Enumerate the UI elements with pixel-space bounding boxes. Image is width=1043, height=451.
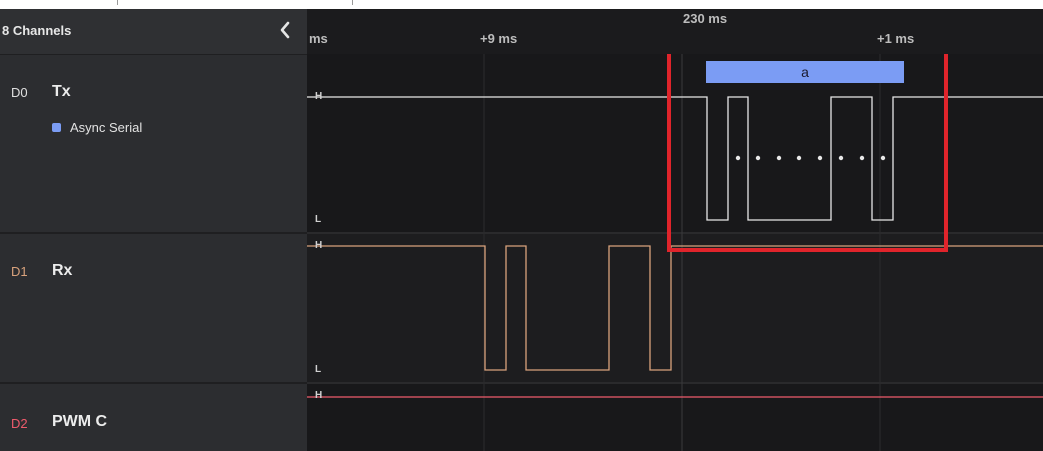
sidebar-header: 8 Channels [0, 9, 307, 55]
channels-title: 8 Channels [2, 23, 72, 38]
analyzer-label: Async Serial [70, 120, 143, 135]
time-label: +1 ms [877, 31, 915, 46]
channel-id: D0 [11, 85, 28, 100]
collapse-chevron-icon[interactable] [276, 19, 294, 41]
top-strip [0, 0, 1043, 9]
channel-name[interactable]: Tx [52, 83, 71, 101]
decoded-frame-value: a [801, 64, 809, 80]
level-low-label: L [315, 364, 322, 375]
channel-row-d1[interactable]: D1 Rx [0, 234, 307, 384]
tick-mark [117, 0, 118, 5]
level-high-label: H [315, 240, 323, 251]
channel-row-d2[interactable]: D2 PWM C [0, 384, 307, 451]
time-label: ms [309, 31, 328, 46]
channel-name[interactable]: PWM C [52, 413, 107, 431]
analyzer-color-icon [52, 123, 61, 132]
channel-sidebar: 8 Channels D0 Tx Async Serial D1 Rx D2 P… [0, 9, 307, 451]
level-high-label: H [315, 390, 323, 401]
channel-id: D2 [11, 416, 28, 431]
analyzer-tag[interactable]: Async Serial [52, 120, 142, 135]
level-low-label: L [315, 214, 322, 225]
time-label: +9 ms [480, 31, 518, 46]
tick-mark [352, 0, 353, 5]
timeline-ruler[interactable]: ms +9 ms 230 ms +1 ms [307, 9, 1043, 55]
level-high-label: H [315, 91, 323, 102]
time-center-label: 230 ms [683, 11, 728, 26]
channel-name[interactable]: Rx [52, 262, 72, 280]
channel-id: D1 [11, 264, 28, 279]
channel-row-d0[interactable]: D0 Tx Async Serial [0, 55, 307, 234]
